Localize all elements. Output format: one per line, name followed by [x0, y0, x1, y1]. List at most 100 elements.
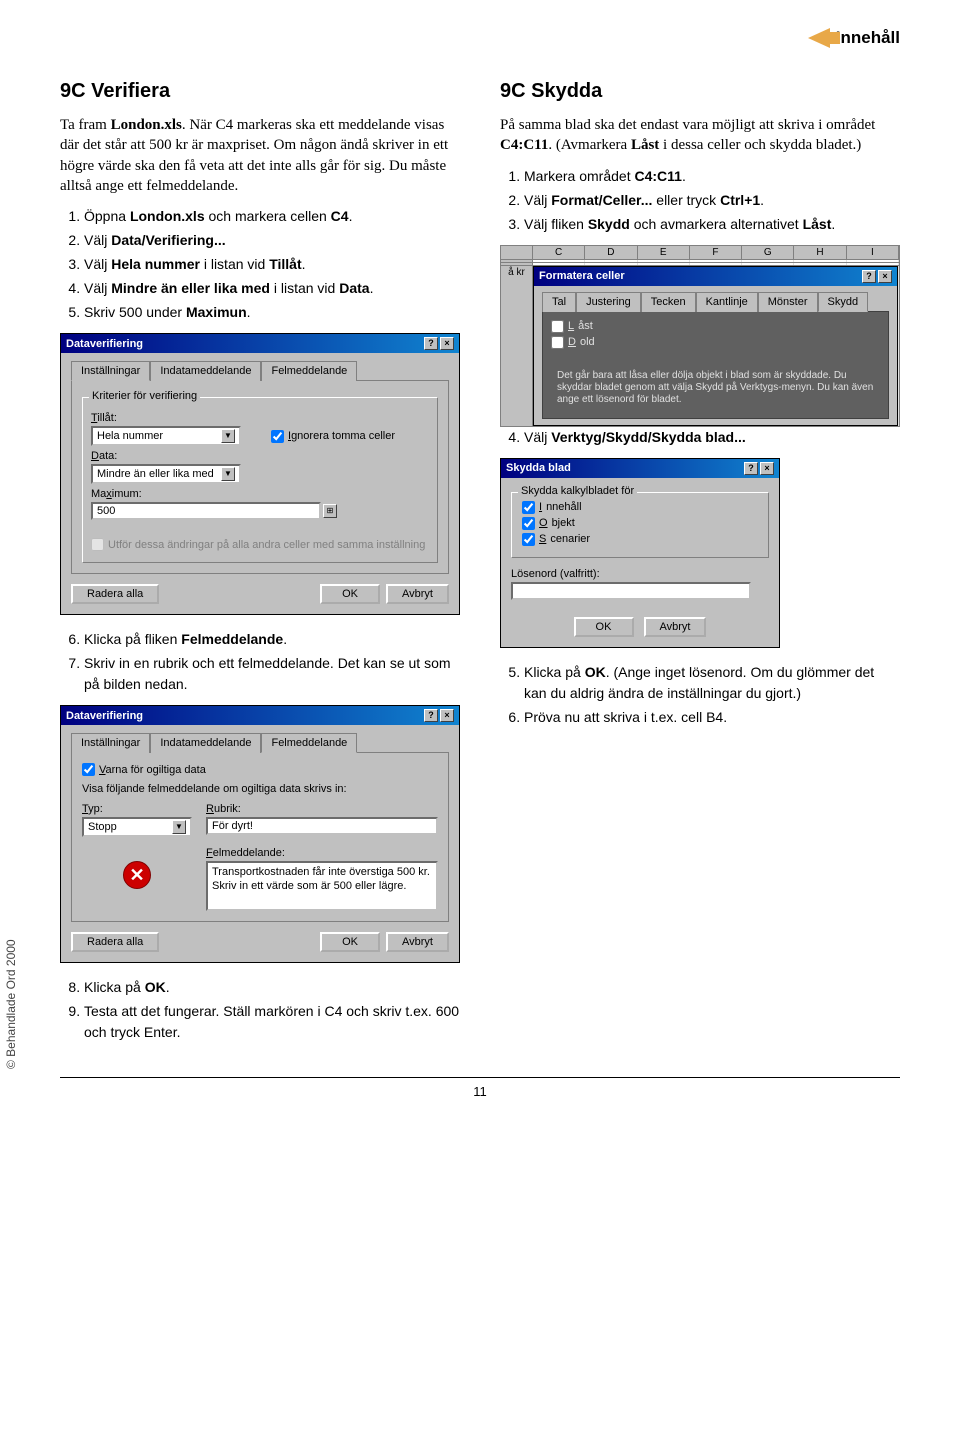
- tab-indatameddelande[interactable]: Indatameddelande: [150, 361, 261, 381]
- tab-skydd[interactable]: Skydd: [818, 292, 869, 312]
- dialog-skydda-blad: Skydda blad ? × Skydda kalkylbladet för …: [500, 458, 780, 648]
- list-item: Välj Verktyg/Skydd/Skydda blad...: [524, 427, 900, 448]
- label-allow: Tillåt:: [91, 412, 429, 424]
- list-item: Skriv 500 under Maximun.: [84, 302, 460, 323]
- dialog-title: Formatera celler: [539, 270, 625, 282]
- dialog-formatera-celler: Formatera celler ? × Tal Justering Tecke…: [533, 266, 898, 426]
- label-rubrik: Rubrik:: [206, 803, 438, 815]
- tab-felmeddelande[interactable]: Felmeddelande: [261, 733, 357, 753]
- help-icon[interactable]: ?: [862, 270, 876, 283]
- heading-verify: 9C Verifiera: [60, 80, 460, 103]
- ignore-blank-checkbox[interactable]: Ignorera tomma celler: [271, 430, 395, 443]
- password-input[interactable]: [511, 582, 751, 600]
- max-input[interactable]: 500: [91, 502, 321, 520]
- tab-tecken[interactable]: Tecken: [641, 292, 696, 312]
- type-combo[interactable]: Stopp▼: [82, 817, 192, 837]
- right-column: 9C Skydda På samma blad ska det endast v…: [500, 80, 900, 1053]
- dialog-title: Dataverifiering: [66, 338, 143, 350]
- protect-step-4: Välj Verktyg/Skydd/Skydda blad...: [500, 427, 900, 448]
- steps-block-2: Klicka på fliken Felmeddelande. Skriv in…: [60, 629, 460, 695]
- label-type: Typ:: [82, 803, 192, 815]
- cancel-button[interactable]: Avbryt: [386, 584, 449, 604]
- help-icon[interactable]: ?: [744, 462, 758, 475]
- close-icon[interactable]: ×: [440, 337, 454, 350]
- page-number: 11: [60, 1077, 900, 1099]
- list-item: Pröva nu att skriva i t.ex. cell B4.: [524, 707, 900, 728]
- tab-kantlinje[interactable]: Kantlinje: [696, 292, 758, 312]
- cancel-button[interactable]: Avbryt: [644, 617, 707, 637]
- tab-indatameddelande[interactable]: Indatameddelande: [150, 733, 261, 753]
- range-picker-icon[interactable]: ⊞: [323, 504, 337, 518]
- chevron-down-icon: ▼: [221, 429, 235, 443]
- heading-protect: 9C Skydda: [500, 80, 900, 103]
- data-combo[interactable]: Mindre än eller lika med▼: [91, 464, 241, 484]
- protect-contents-checkbox[interactable]: Innehåll: [522, 501, 582, 514]
- list-item: Välj Data/Verifiering...: [84, 230, 460, 251]
- tab-installningar[interactable]: Inställningar: [71, 733, 150, 753]
- apply-all-checkbox: Utför dessa ändringar på alla andra cell…: [91, 538, 425, 551]
- clear-all-button[interactable]: Radera alla: [71, 932, 159, 952]
- chevron-down-icon: ▼: [221, 467, 235, 481]
- protect-steps-1: Markera området C4:C11. Välj Format/Cell…: [500, 166, 900, 235]
- cancel-button[interactable]: Avbryt: [386, 932, 449, 952]
- list-item: Välj fliken Skydd och avmarkera alternat…: [524, 214, 900, 235]
- steps-block-3: Klicka på OK. Testa att det fungerar. St…: [60, 977, 460, 1043]
- tab-felmeddelande[interactable]: Felmeddelande: [261, 361, 357, 381]
- group-protect-for: Skydda kalkylbladet för: [518, 485, 637, 497]
- label-max: Maximum:: [91, 488, 429, 500]
- list-item: Skriv in en rubrik och ett felmeddelande…: [84, 653, 460, 695]
- close-icon[interactable]: ×: [760, 462, 774, 475]
- warn-invalid-checkbox[interactable]: Varna för ogiltiga data: [82, 763, 206, 776]
- chevron-down-icon: ▼: [172, 820, 186, 834]
- clear-all-button[interactable]: Radera alla: [71, 584, 159, 604]
- tab-justering[interactable]: Justering: [576, 292, 641, 312]
- ok-button[interactable]: OK: [574, 617, 634, 637]
- toc-link[interactable]: Innehåll: [808, 28, 900, 48]
- label-data: Data:: [91, 450, 429, 462]
- list-item: Välj Mindre än eller lika med i listan v…: [84, 278, 460, 299]
- dialog-dataverifiering-settings: Dataverifiering ? × Inställningar Indata…: [60, 333, 460, 615]
- list-item: Markera området C4:C11.: [524, 166, 900, 187]
- protect-steps-2: Klicka på OK. (Ange inget lösenord. Om d…: [500, 662, 900, 728]
- list-item: Klicka på OK. (Ange inget lösenord. Om d…: [524, 662, 900, 704]
- protect-note: Det går bara att låsa eller dölja objekt…: [551, 366, 880, 410]
- dialog-dataverifiering-error: Dataverifiering ? × Inställningar Indata…: [60, 705, 460, 963]
- locked-checkbox[interactable]: Låst: [551, 320, 593, 333]
- close-icon[interactable]: ×: [440, 709, 454, 722]
- title-input[interactable]: För dyrt!: [206, 817, 438, 835]
- spreadsheet-snippet: CDEFGHI å kr Formatera celler ? ×: [500, 245, 900, 427]
- copyright: © Behandlade Ord 2000: [4, 939, 18, 1069]
- left-column: 9C Verifiera Ta fram London.xls. När C4 …: [60, 80, 460, 1053]
- hidden-checkbox[interactable]: Dold: [551, 336, 595, 349]
- protect-objects-checkbox[interactable]: Objekt: [522, 517, 575, 530]
- intro-verify: Ta fram London.xls. När C4 markeras ska …: [60, 115, 460, 196]
- help-icon[interactable]: ?: [424, 709, 438, 722]
- allow-combo[interactable]: Hela nummer▼: [91, 426, 241, 446]
- dialog-title: Dataverifiering: [66, 710, 143, 722]
- toc-label: Innehåll: [836, 28, 900, 48]
- label-felmeddelande: Felmeddelande:: [206, 847, 438, 859]
- tab-monster[interactable]: Mönster: [758, 292, 818, 312]
- close-icon[interactable]: ×: [878, 270, 892, 283]
- steps-block-1: Öppna London.xls och markera cellen C4. …: [60, 206, 460, 323]
- list-item: Välj Hela nummer i listan vid Tillåt.: [84, 254, 460, 275]
- list-item: Klicka på fliken Felmeddelande.: [84, 629, 460, 650]
- label-password: Lösenord (valfritt):: [511, 568, 769, 580]
- tab-tal[interactable]: Tal: [542, 292, 576, 312]
- list-item: Öppna London.xls och markera cellen C4.: [84, 206, 460, 227]
- tab-installningar[interactable]: Inställningar: [71, 361, 150, 381]
- help-icon[interactable]: ?: [424, 337, 438, 350]
- intro-protect: På samma blad ska det endast vara möjlig…: [500, 115, 900, 156]
- protect-scenarios-checkbox[interactable]: Scenarier: [522, 533, 590, 546]
- list-item: Klicka på OK.: [84, 977, 460, 998]
- group-label: Kriterier för verifiering: [89, 390, 200, 402]
- ok-button[interactable]: OK: [320, 584, 380, 604]
- dialog-title: Skydda blad: [506, 462, 571, 474]
- list-item: Välj Format/Celler... eller tryck Ctrl+1…: [524, 190, 900, 211]
- caption-show-error: Visa följande felmeddelande om ogiltiga …: [82, 783, 438, 795]
- ok-button[interactable]: OK: [320, 932, 380, 952]
- arrow-left-icon: [808, 28, 830, 48]
- list-item: Testa att det fungerar. Ställ markören i…: [84, 1001, 460, 1043]
- stop-icon: ✕: [123, 861, 151, 889]
- message-textarea[interactable]: Transportkostnaden får inte överstiga 50…: [206, 861, 438, 911]
